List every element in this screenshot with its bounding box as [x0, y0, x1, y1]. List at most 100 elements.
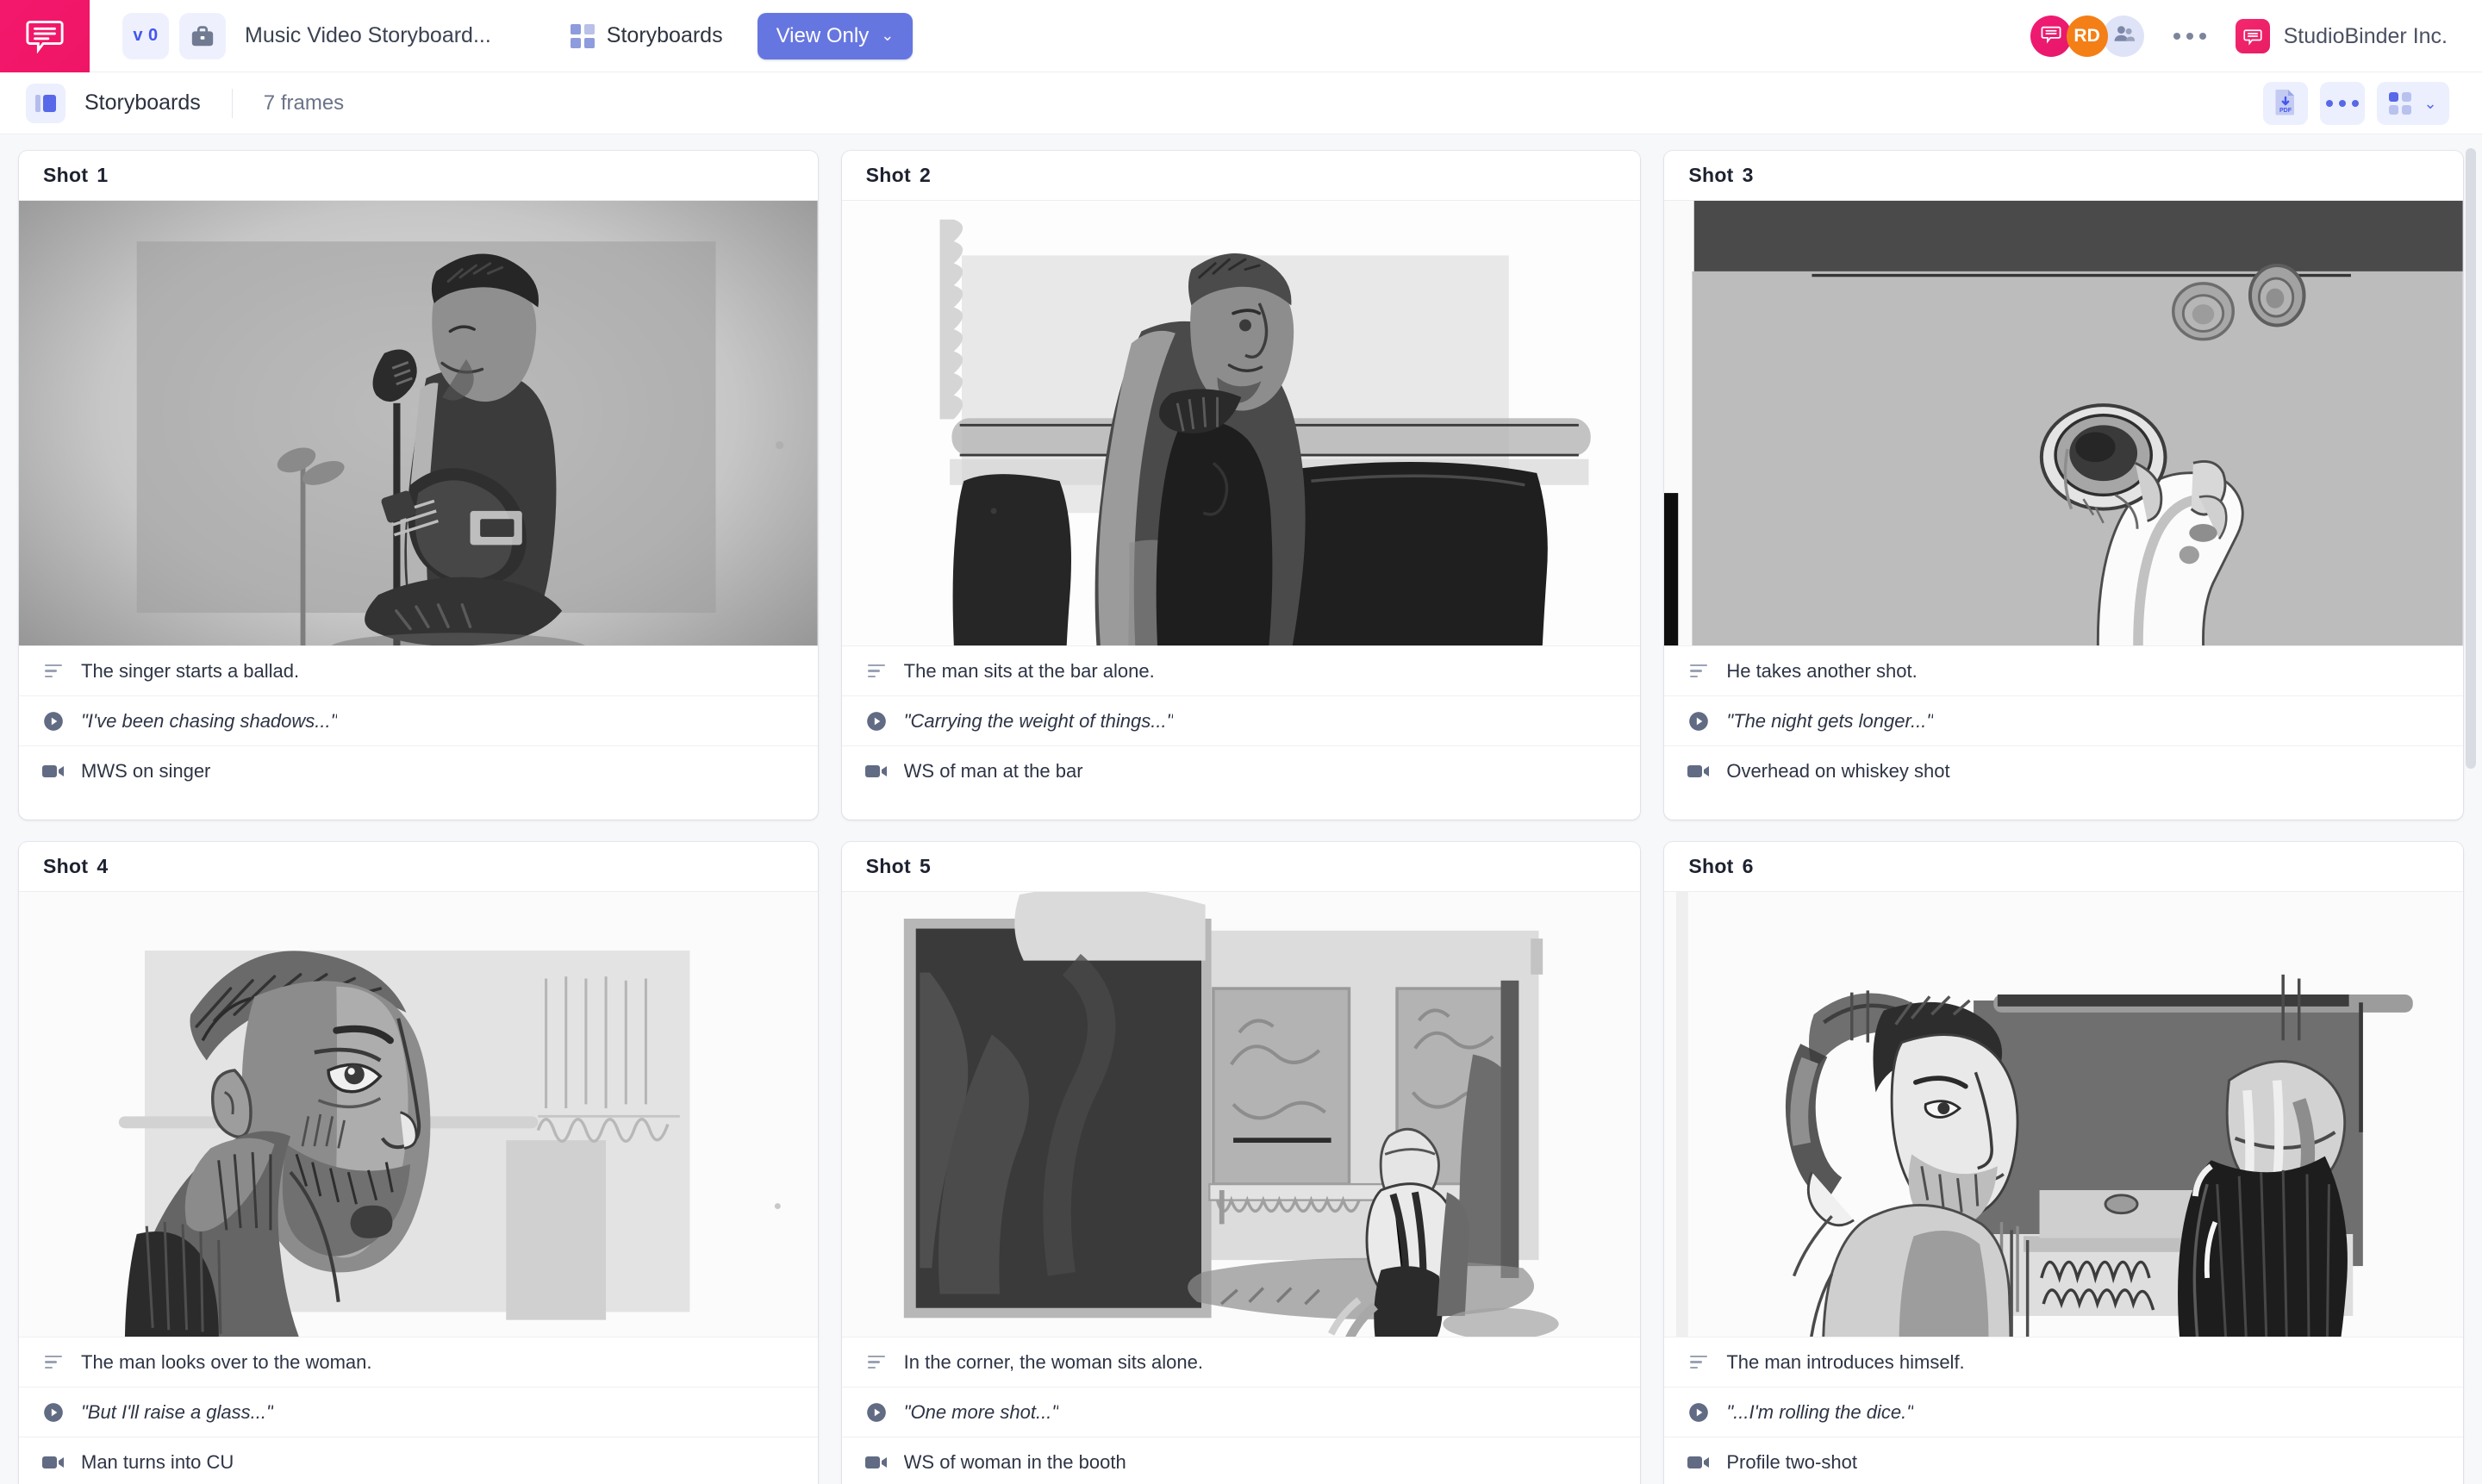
project-type-button[interactable]: [179, 12, 226, 59]
shot-title: Shot 5: [865, 855, 932, 877]
chevron-down-icon: ⌄: [2423, 94, 2437, 112]
lyric-row[interactable]: "Carrying the weight of things...": [841, 695, 1641, 745]
sub-bar: Storyboards 7 frames PDF ⌄: [0, 72, 2482, 134]
vertical-scrollbar[interactable]: [2466, 148, 2476, 769]
top-bar-left-group: v 0 Music Video Storyboard... Storyboard…: [90, 12, 914, 59]
shot-title: Shot 6: [1688, 855, 1754, 877]
user-avatar[interactable]: RD: [2066, 16, 2108, 57]
frame-count: 7 frames: [263, 90, 345, 115]
lyric-row[interactable]: "...I'm rolling the dice.": [1664, 1387, 2463, 1437]
top-bar-overflow-button[interactable]: [2173, 33, 2206, 40]
camera-row[interactable]: Profile two-shot: [1664, 1437, 2463, 1484]
shot-description: The man introduces himself.: [1726, 1350, 1965, 1373]
lines-icon: [864, 1355, 889, 1369]
shot-description: He takes another shot.: [1726, 659, 1918, 682]
sub-bar-left-group: Storyboards 7 frames: [0, 83, 345, 123]
singer-at-microphone-artwork: [19, 201, 818, 645]
speech-bubble-icon: [2040, 22, 2062, 50]
shot-camera: MWS on singer: [81, 759, 211, 782]
description-row[interactable]: In the corner, the woman sits alone.: [841, 1337, 1641, 1387]
shot-description: In the corner, the woman sits alone.: [903, 1350, 1203, 1373]
camera-row[interactable]: MWS on singer: [19, 745, 818, 795]
storyboard-card[interactable]: Shot 6 The man introduces himself. "...I…: [1664, 842, 2463, 1484]
divider: [231, 88, 233, 118]
camera-row[interactable]: WS of man at the bar: [841, 745, 1641, 795]
shot-lyric: "But I'll raise a glass...": [81, 1400, 273, 1423]
profile-two-shot-artwork: [1664, 892, 2463, 1337]
invite-avatar[interactable]: [2102, 16, 2144, 57]
description-row[interactable]: He takes another shot.: [1664, 645, 2463, 695]
briefcase-icon: [190, 23, 215, 49]
video-camera-icon: [41, 1454, 65, 1471]
lines-icon: [1687, 1355, 1711, 1369]
export-pdf-button[interactable]: PDF: [2263, 82, 2308, 125]
video-camera-icon: [864, 1454, 889, 1471]
shot-description: The man looks over to the woman.: [81, 1350, 372, 1373]
card-header: Shot 1: [19, 151, 818, 201]
lyric-row[interactable]: "The night gets longer...": [1664, 695, 2463, 745]
camera-row[interactable]: WS of woman in the booth: [841, 1437, 1641, 1484]
module-switcher[interactable]: Storyboards: [570, 23, 723, 48]
pdf-download-icon: PDF: [2273, 88, 2298, 120]
studiobinder-speech-logo-icon: [25, 14, 65, 58]
top-bar: v 0 Music Video Storyboard... Storyboard…: [0, 0, 2482, 72]
description-row[interactable]: The man looks over to the woman.: [19, 1337, 818, 1387]
organization-switcher[interactable]: StudioBinder Inc.: [2235, 19, 2448, 53]
storyboard-card[interactable]: Shot 2 The man sits at the bar alone. "C…: [841, 151, 1641, 820]
video-camera-icon: [1687, 763, 1711, 780]
lyric-row[interactable]: "One more shot...": [841, 1387, 1641, 1437]
view-mode-label: View Only: [776, 23, 870, 47]
lyric-row[interactable]: "I've been chasing shadows...": [19, 695, 818, 745]
view-mode-button[interactable]: View Only ⌄: [757, 12, 914, 59]
storyboard-frame[interactable]: [841, 201, 1641, 645]
studiobinder-mark-icon: [2235, 19, 2270, 53]
storyboard-card[interactable]: Shot 1 The singer starts a ballad. "I've…: [19, 151, 818, 820]
storyboard-frame[interactable]: [841, 892, 1641, 1337]
shot-camera: Profile two-shot: [1726, 1450, 1857, 1473]
card-header: Shot 3: [1664, 151, 2463, 201]
lyric-row[interactable]: "But I'll raise a glass...": [19, 1387, 818, 1437]
app-avatar[interactable]: [2030, 16, 2072, 57]
lines-icon: [41, 664, 65, 678]
shot-lyric: "The night gets longer...": [1726, 709, 1934, 732]
shot-description: The singer starts a ballad.: [81, 659, 300, 682]
more-options-button[interactable]: [2320, 82, 2365, 125]
shot-camera: WS of man at the bar: [903, 759, 1083, 782]
description-row[interactable]: The man introduces himself.: [1664, 1337, 2463, 1387]
shot-title: Shot 3: [1688, 164, 1754, 186]
woman-in-booth-artwork: [841, 892, 1641, 1337]
shot-camera: WS of woman in the booth: [903, 1450, 1126, 1473]
version-badge[interactable]: v 0: [122, 12, 169, 59]
camera-row[interactable]: Overhead on whiskey shot: [1664, 745, 2463, 795]
description-row[interactable]: The man sits at the bar alone.: [841, 645, 1641, 695]
storyboard-frame[interactable]: [1664, 201, 2463, 645]
shot-camera: Overhead on whiskey shot: [1726, 759, 1950, 782]
camera-row[interactable]: Man turns into CU: [19, 1437, 818, 1484]
layout-view-button[interactable]: ⌄: [2377, 82, 2449, 125]
card-header: Shot 5: [841, 842, 1641, 892]
top-bar-right-group: RD StudioBinder Inc.: [2030, 0, 2448, 72]
shot-lyric: "One more shot...": [903, 1400, 1059, 1423]
card-header: Shot 4: [19, 842, 818, 892]
ellipsis-dot: [2198, 33, 2206, 40]
storyboard-card[interactable]: Shot 5 In the corner, the woman sits alo…: [841, 842, 1641, 1484]
shot-title: Shot 2: [865, 164, 932, 186]
app-logo[interactable]: [0, 0, 90, 72]
shot-lyric: "...I'm rolling the dice.": [1726, 1400, 1914, 1423]
chevron-down-icon: ⌄: [881, 27, 895, 44]
storyboard-card[interactable]: Shot 3 He takes another shot. "The night…: [1664, 151, 2463, 820]
project-title[interactable]: Music Video Storyboard...: [245, 23, 491, 48]
card-header: Shot 6: [1664, 842, 2463, 892]
storyboard-frame[interactable]: [1664, 892, 2463, 1337]
storyboard-frame[interactable]: [19, 892, 818, 1337]
shot-title: Shot 4: [43, 855, 109, 877]
man-closeup-artwork: [19, 892, 818, 1337]
organization-name: StudioBinder Inc.: [2283, 23, 2448, 48]
storyboard-frame[interactable]: [19, 201, 818, 645]
description-row[interactable]: The singer starts a ballad.: [19, 645, 818, 695]
storyboard-card[interactable]: Shot 4 The man looks over to the woman. …: [19, 842, 818, 1484]
ellipsis-dot: [2173, 33, 2180, 40]
svg-text:PDF: PDF: [2279, 108, 2292, 114]
version-label: v 0: [133, 26, 159, 45]
video-camera-icon: [41, 763, 65, 780]
